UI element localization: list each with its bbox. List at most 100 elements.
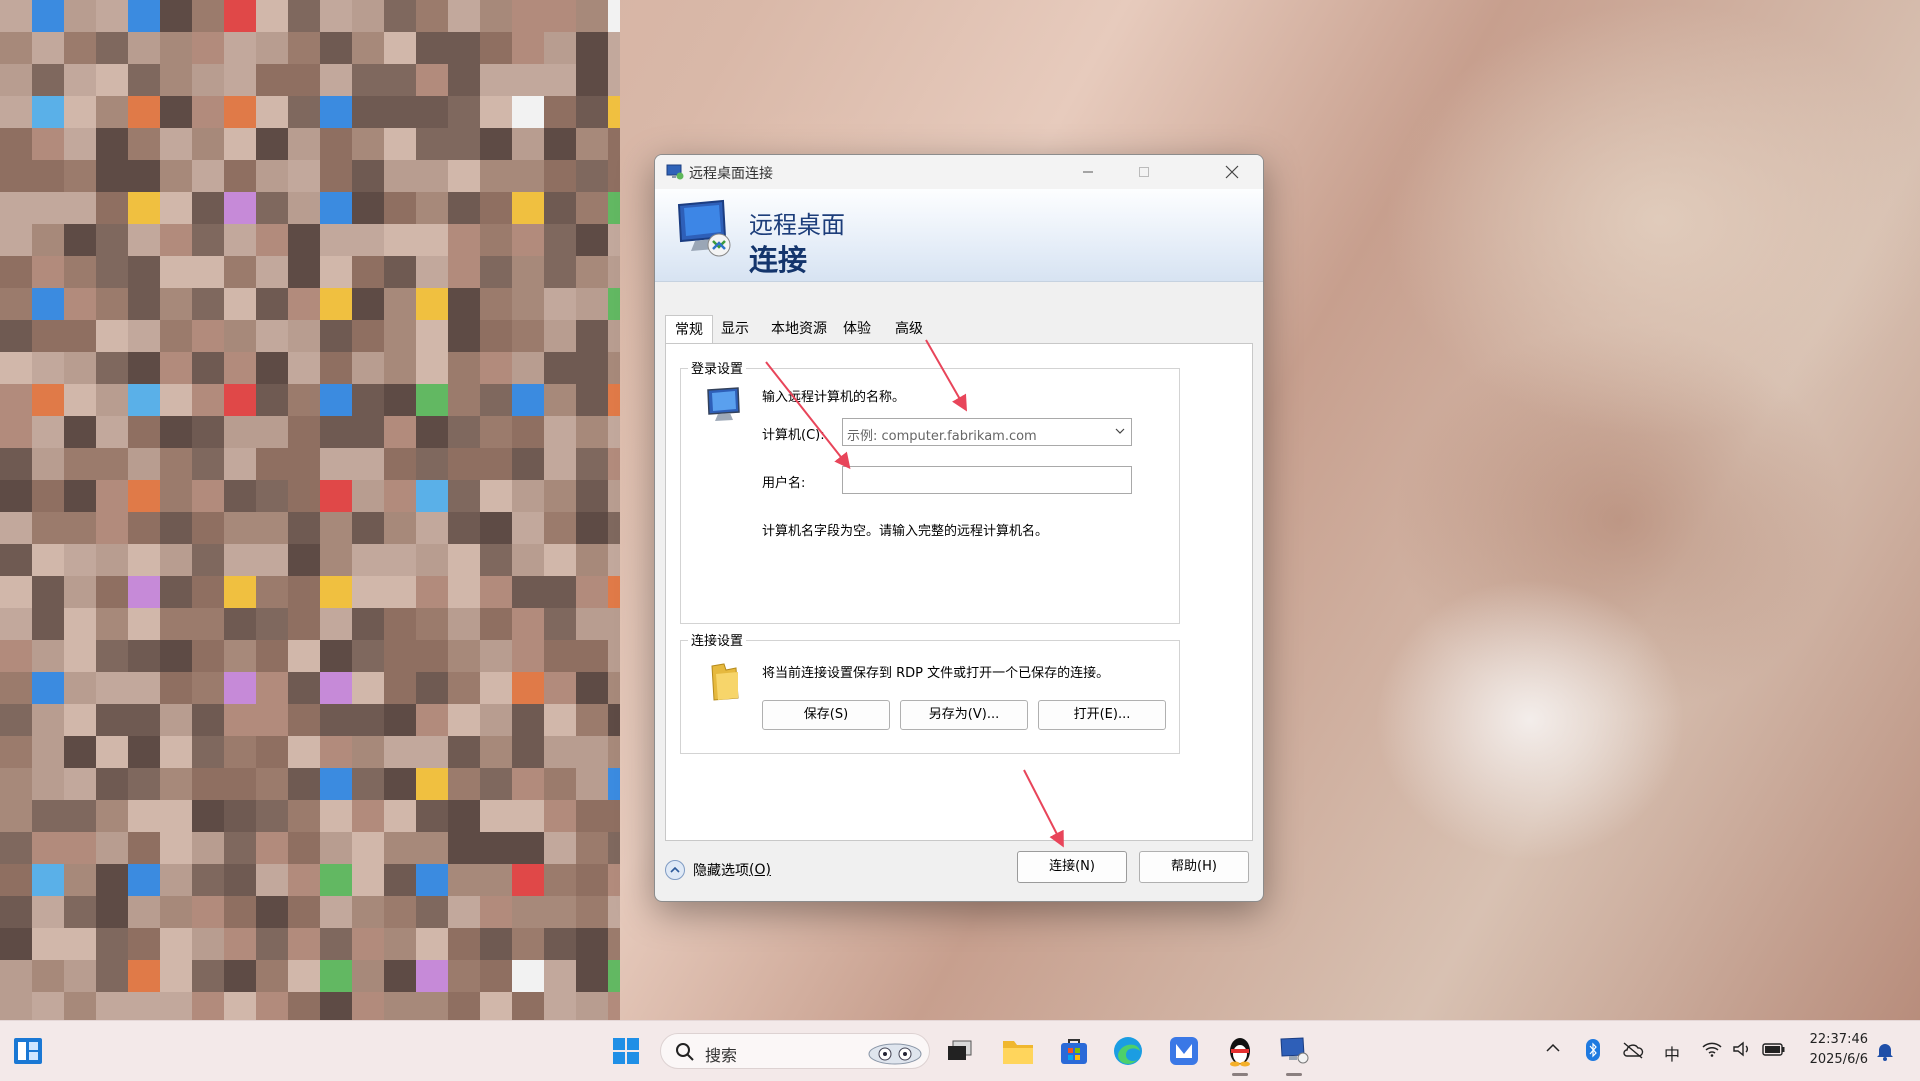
login-prompt: 输入远程计算机的名称。 [762, 390, 906, 405]
save-button[interactable]: 保存(S) [762, 700, 890, 730]
edge-button[interactable] [1108, 1031, 1148, 1071]
pixel-block [352, 32, 384, 64]
pixel-block [480, 64, 512, 96]
pixel-block [576, 160, 608, 192]
pixel-block [256, 544, 288, 576]
microsoft-store-button[interactable] [1054, 1031, 1094, 1071]
chevron-up-icon[interactable] [1546, 1043, 1560, 1053]
connect-button[interactable]: 连接(N) [1017, 851, 1127, 883]
start-button[interactable] [606, 1031, 646, 1071]
pixel-block [32, 768, 64, 800]
pixel-block [512, 928, 544, 960]
hide-options-toggle[interactable]: 隐藏选项 (O) [665, 859, 771, 881]
tab-local-resources[interactable]: 本地资源 [765, 315, 833, 343]
pixel-block [512, 192, 544, 224]
pixel-block [352, 832, 384, 864]
pixel-block [256, 576, 288, 608]
title-bar[interactable]: 远程桌面连接 [655, 155, 1263, 189]
pixel-block [256, 256, 288, 288]
qq-button[interactable] [1220, 1031, 1260, 1071]
pixel-block [160, 64, 192, 96]
pixel-block [512, 256, 544, 288]
pixel-block [32, 672, 64, 704]
pixel-block [544, 352, 576, 384]
pixel-block [192, 928, 224, 960]
pixel-block [256, 384, 288, 416]
pixel-block [608, 64, 620, 96]
pixel-block [128, 864, 160, 896]
pixel-block [608, 672, 620, 704]
taskbar: 搜索 中 22:37:46 2025/6/6 [0, 1020, 1920, 1081]
pixel-block [416, 832, 448, 864]
notification-bell-icon[interactable] [1876, 1041, 1894, 1061]
help-button[interactable]: 帮助(H) [1139, 851, 1249, 883]
cloud-offline-icon[interactable] [1622, 1041, 1644, 1059]
pixel-block [320, 288, 352, 320]
pixel-block [0, 192, 32, 224]
pixel-block [352, 416, 384, 448]
username-field[interactable] [842, 466, 1132, 494]
pixel-block [96, 544, 128, 576]
bluetooth-icon[interactable] [1586, 1039, 1600, 1061]
pixel-block [384, 160, 416, 192]
pixel-block [0, 32, 32, 64]
tab-display[interactable]: 显示 [715, 315, 755, 343]
pixel-block [544, 0, 576, 32]
app-button-blue[interactable] [1164, 1031, 1204, 1071]
pixel-block [576, 352, 608, 384]
pixel-block [544, 416, 576, 448]
pixel-block [32, 704, 64, 736]
pixel-block [192, 960, 224, 992]
tab-experience[interactable]: 体验 [837, 315, 877, 343]
pixel-block [608, 736, 620, 768]
pixel-block [224, 512, 256, 544]
pixel-block [128, 608, 160, 640]
pixel-block [224, 128, 256, 160]
remote-desktop-taskbar-button[interactable] [1274, 1031, 1314, 1071]
pixel-block [160, 864, 192, 896]
volume-icon[interactable] [1732, 1041, 1752, 1057]
battery-icon[interactable] [1762, 1041, 1786, 1057]
wifi-icon[interactable] [1702, 1041, 1722, 1057]
close-button[interactable] [1203, 155, 1261, 189]
minimize-button[interactable] [1059, 155, 1117, 189]
store-icon [1061, 1039, 1087, 1064]
pixel-block [288, 96, 320, 128]
pixel-block [32, 0, 64, 32]
pixel-block [160, 704, 192, 736]
task-view-button[interactable] [940, 1031, 980, 1071]
pixel-block [64, 736, 96, 768]
pixel-block [32, 160, 64, 192]
tab-general[interactable]: 常规 [665, 315, 713, 344]
open-button[interactable]: 打开(E)... [1038, 700, 1166, 730]
pixel-block [320, 416, 352, 448]
pixel-block [96, 736, 128, 768]
pixel-block [160, 192, 192, 224]
pixel-block [192, 800, 224, 832]
pixel-block [128, 576, 160, 608]
pixel-block [320, 640, 352, 672]
pixel-block [288, 256, 320, 288]
pixel-block [128, 0, 160, 32]
widgets-button[interactable] [8, 1031, 48, 1071]
taskbar-search[interactable]: 搜索 [660, 1033, 930, 1069]
pixel-block [448, 736, 480, 768]
pixel-block [192, 640, 224, 672]
taskbar-clock[interactable]: 22:37:46 2025/6/6 [1810, 1030, 1868, 1070]
folder-icon [1003, 1041, 1033, 1064]
computer-combobox[interactable]: 示例: computer.fabrikam.com [842, 418, 1132, 446]
tab-advanced[interactable]: 高级 [889, 315, 929, 343]
pixel-block [256, 608, 288, 640]
pixel-block [416, 384, 448, 416]
pixel-block [64, 704, 96, 736]
pixel-block [608, 160, 620, 192]
ime-indicator[interactable]: 中 [1664, 1041, 1680, 1065]
save-as-button[interactable]: 另存为(V)... [900, 700, 1028, 730]
file-explorer-button[interactable] [998, 1031, 1038, 1071]
pixel-block [32, 544, 64, 576]
pixel-block [384, 192, 416, 224]
pixel-block [448, 800, 480, 832]
pixel-block [32, 224, 64, 256]
pixel-block [160, 416, 192, 448]
clock-time: 22:37:46 [1809, 1032, 1868, 1047]
